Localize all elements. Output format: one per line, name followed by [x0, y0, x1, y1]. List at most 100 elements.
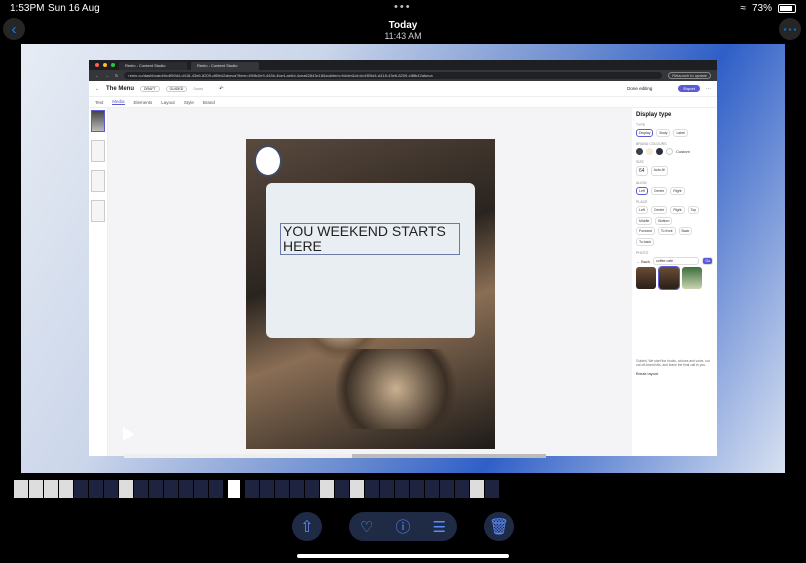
poster-design[interactable]: YOU WEEKEND STARTS HERE [246, 139, 495, 449]
draft-pill[interactable]: DRAFT [140, 85, 160, 92]
address-field[interactable]: reelo.co/dashboard/#c4f59d4-d418-43e6-82… [124, 72, 663, 79]
colour-swatch[interactable] [636, 148, 643, 155]
strip-thumbnail[interactable] [194, 480, 208, 498]
photo-result-selected[interactable] [658, 266, 680, 290]
to-back-button[interactable]: To back [636, 238, 655, 246]
strip-thumbnail[interactable] [440, 480, 454, 498]
strip-thumbnail[interactable] [275, 480, 289, 498]
strip-thumbnail-selected[interactable] [228, 480, 240, 498]
back-layer-button[interactable]: Back [678, 227, 693, 235]
done-editing-button[interactable]: Done editing [627, 86, 652, 91]
tab-brand[interactable]: Brand [203, 100, 215, 105]
strip-thumbnail[interactable] [209, 480, 223, 498]
align-left-option[interactable]: Left [636, 187, 648, 195]
share-button[interactable]: ⇧ [292, 512, 322, 541]
page-thumbnail[interactable] [91, 200, 105, 222]
ellipsis-icon[interactable]: ⋯ [706, 86, 711, 92]
strip-thumbnail[interactable] [164, 480, 178, 498]
tab-text[interactable]: Text [95, 100, 103, 105]
strip-thumbnail[interactable] [59, 480, 73, 498]
tab-layout[interactable]: Layout [161, 100, 175, 105]
colour-swatch[interactable] [656, 148, 663, 155]
maximize-window-icon[interactable] [111, 63, 115, 67]
size-value-field[interactable]: 64 [636, 166, 648, 176]
delete-button[interactable]: 🗑 [484, 512, 514, 541]
minimize-window-icon[interactable] [103, 63, 107, 67]
align-centre-option[interactable]: Centre [650, 187, 668, 195]
photo-back-link[interactable]: ← Back [636, 259, 650, 264]
headline-text[interactable]: YOU WEEKEND STARTS HERE [280, 223, 460, 255]
strip-thumbnail[interactable] [485, 480, 499, 498]
place-centre-option[interactable]: Centre [650, 206, 668, 214]
back-arrow-icon[interactable]: ← [95, 86, 100, 92]
strip-thumbnail[interactable] [365, 480, 379, 498]
photo-search-input[interactable]: coffee cafe [653, 257, 700, 265]
close-window-icon[interactable] [95, 63, 99, 67]
place-bottom-option[interactable]: Bottom [655, 217, 673, 225]
strip-thumbnail[interactable] [134, 480, 148, 498]
play-icon[interactable] [123, 427, 134, 441]
relaunch-button[interactable]: Relaunch to update [668, 72, 711, 79]
strip-thumbnail[interactable] [245, 480, 259, 498]
strip-thumbnail[interactable] [260, 480, 274, 498]
strip-thumbnail[interactable] [320, 480, 334, 498]
strip-thumbnail[interactable] [89, 480, 103, 498]
photo-search-go-button[interactable]: Go [702, 257, 713, 265]
guided-pill[interactable]: GUIDED [165, 85, 188, 92]
forward-arrow-icon[interactable]: → [105, 73, 109, 78]
strip-thumbnail[interactable] [119, 480, 133, 498]
video-scrubber[interactable] [124, 454, 546, 458]
page-thumbnail[interactable] [91, 110, 105, 132]
strip-thumbnail[interactable] [380, 480, 394, 498]
tab-elements[interactable]: Elements [134, 100, 153, 105]
strip-thumbnail[interactable] [455, 480, 469, 498]
strip-thumbnail[interactable] [14, 480, 28, 498]
heart-icon[interactable]: ♡ [360, 518, 373, 536]
thumbnail-strip[interactable] [14, 480, 499, 498]
undo-icon[interactable]: ↶ [219, 86, 223, 92]
reload-icon[interactable]: ↻ [115, 73, 118, 78]
place-right-option[interactable]: Right [670, 206, 685, 214]
browser-tab[interactable]: Reelo - Content Studio [119, 62, 187, 70]
type-label-option[interactable]: Label [673, 129, 689, 137]
colour-swatch[interactable] [646, 148, 653, 155]
strip-thumbnail[interactable] [29, 480, 43, 498]
tab-style[interactable]: Style [184, 100, 194, 105]
strip-thumbnail[interactable] [470, 480, 484, 498]
auto-fit-button[interactable]: Auto-fit [650, 166, 668, 176]
text-card[interactable]: YOU WEEKEND STARTS HERE [266, 183, 475, 338]
place-top-option[interactable]: Top [687, 206, 700, 214]
back-arrow-icon[interactable]: ← [95, 73, 99, 78]
to-front-button[interactable]: To front [657, 227, 676, 235]
place-left-option[interactable]: Left [636, 206, 648, 214]
type-body-option[interactable]: Body [656, 129, 671, 137]
adjust-icon[interactable]: ☰ [433, 518, 446, 536]
strip-thumbnail[interactable] [149, 480, 163, 498]
custom-colour-label[interactable]: Custom [676, 149, 690, 154]
photo-view[interactable]: Reelo - Content Studio Reelo - Content S… [21, 44, 785, 473]
strip-thumbnail[interactable] [305, 480, 319, 498]
page-thumbnail[interactable] [91, 140, 105, 162]
place-middle-option[interactable]: Middle [636, 217, 653, 225]
type-display-option[interactable]: Display [636, 129, 654, 137]
strip-thumbnail[interactable] [44, 480, 58, 498]
multitask-dots[interactable]: ••• [394, 1, 412, 13]
strip-thumbnail[interactable] [74, 480, 88, 498]
page-thumbnail[interactable] [91, 170, 105, 192]
export-button[interactable]: Export [678, 85, 700, 92]
strip-thumbnail[interactable] [179, 480, 193, 498]
tab-media[interactable]: Media [112, 99, 125, 105]
strip-thumbnail[interactable] [104, 480, 118, 498]
forward-button[interactable]: Forward [636, 227, 655, 235]
colour-swatch[interactable] [666, 148, 673, 155]
photo-result[interactable] [682, 267, 702, 289]
break-layout-button[interactable]: Break layout [636, 371, 713, 376]
browser-tab-active[interactable]: Reelo - Content Studio [191, 62, 259, 70]
strip-thumbnail[interactable] [335, 480, 349, 498]
more-button[interactable]: ⋯ [779, 18, 801, 40]
strip-thumbnail[interactable] [395, 480, 409, 498]
align-right-option[interactable]: Right [670, 187, 685, 195]
strip-thumbnail[interactable] [350, 480, 364, 498]
info-icon[interactable]: ⓘ [395, 516, 410, 537]
strip-thumbnail[interactable] [425, 480, 439, 498]
